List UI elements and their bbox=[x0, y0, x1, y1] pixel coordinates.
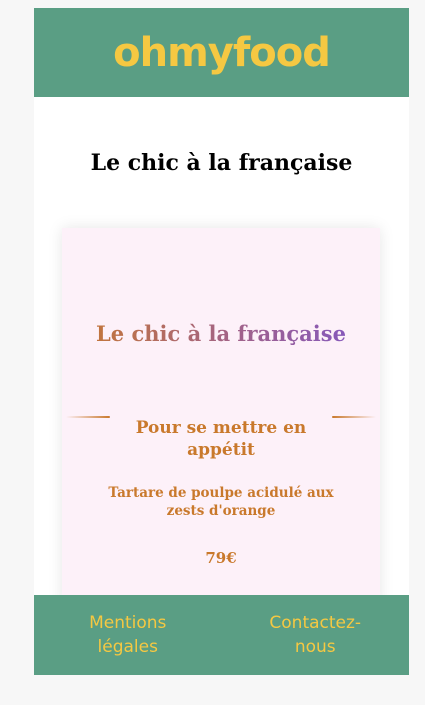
section-divider-right bbox=[332, 416, 376, 418]
menu-card-title: Le chic à la française bbox=[62, 321, 380, 346]
dish-price: 79€ bbox=[205, 549, 237, 567]
dish-name: Tartare de poulpe acidulé aux zests d'or… bbox=[108, 485, 334, 519]
menu-section-title: Pour se mettre en appétit bbox=[135, 418, 307, 460]
ohmyfood-logo[interactable]: ohmyfood bbox=[113, 30, 331, 76]
footer-link-contact[interactable]: Contactez-nous bbox=[250, 611, 380, 659]
page-title: Le chic à la française bbox=[90, 150, 353, 176]
site-header: ohmyfood bbox=[34, 8, 409, 97]
site-footer: Mentions légales Contactez-nous bbox=[34, 595, 409, 675]
menu-card: Le chic à la française Pour se mettre en… bbox=[62, 228, 380, 608]
footer-link-legal-notice[interactable]: Mentions légales bbox=[63, 611, 193, 659]
section-divider-left bbox=[66, 416, 110, 418]
mobile-page: ohmyfood Le chic à la française Le chic … bbox=[34, 8, 409, 675]
